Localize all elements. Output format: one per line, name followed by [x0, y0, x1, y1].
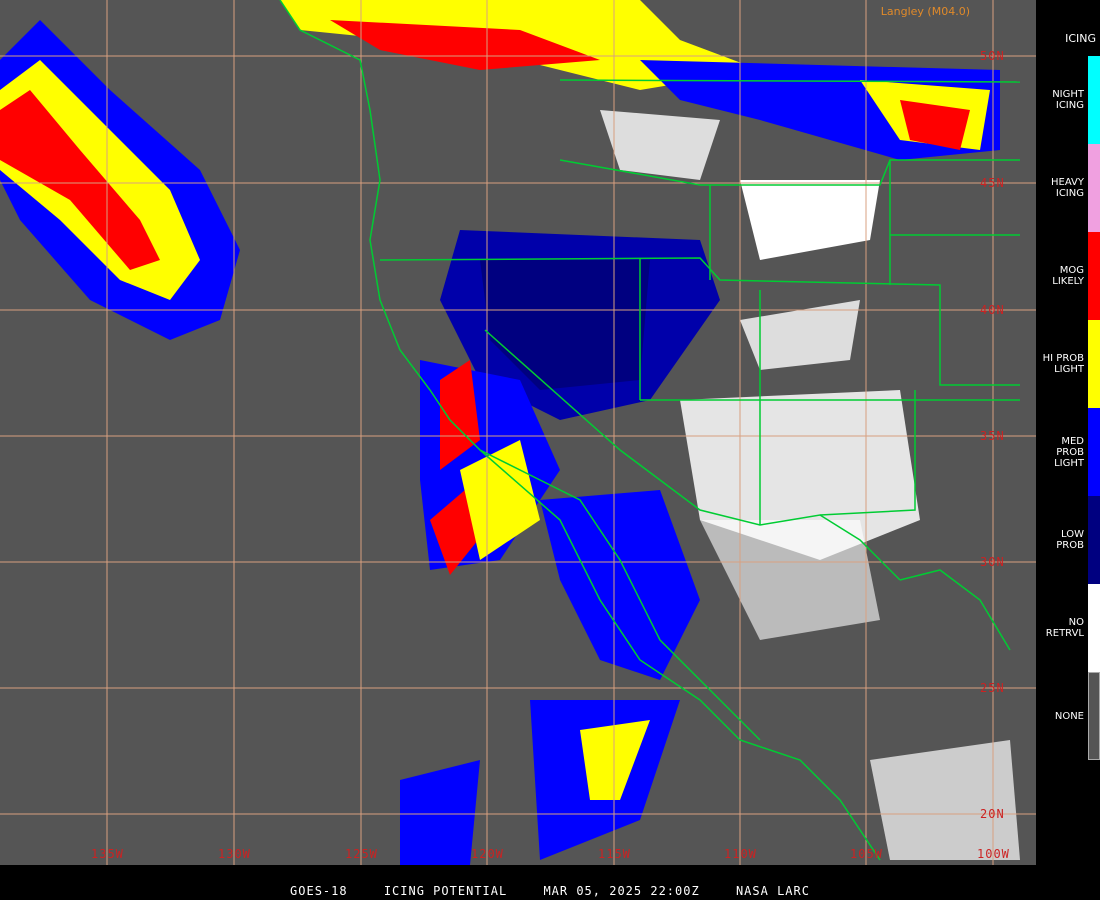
- legend-swatch: [1088, 408, 1100, 496]
- legend-title: ICING: [1065, 32, 1096, 45]
- legend-label: NONE: [1054, 710, 1084, 722]
- legend-swatch: [1088, 584, 1100, 672]
- lon-label-100w: 100W: [977, 847, 1010, 861]
- legend-label: NO RETRVL: [1045, 617, 1084, 639]
- footer-agency: NASA LARC: [735, 884, 810, 898]
- lon-label-105w: 105W: [850, 847, 883, 861]
- lat-label-25n: 25N: [980, 681, 1005, 695]
- legend-swatch: [1088, 56, 1100, 144]
- footer-satellite: GOES-18: [290, 884, 348, 898]
- lon-label-120w: 120W: [471, 847, 504, 861]
- legend-item-none: NONE: [1036, 672, 1100, 760]
- legend-item-night-icing: NIGHT ICING: [1036, 56, 1100, 144]
- lon-label-130w: 130W: [218, 847, 251, 861]
- legend-item-med-prob-light: MED PROB LIGHT: [1036, 408, 1100, 496]
- lat-label-20n: 20N: [980, 807, 1005, 821]
- lon-label-115w: 115W: [598, 847, 631, 861]
- lat-label-30n: 30N: [980, 555, 1005, 569]
- credit-label: Langley (M04.0): [880, 5, 970, 18]
- legend-label: MED PROB LIGHT: [1054, 435, 1084, 469]
- lat-label-45n: 45N: [980, 176, 1005, 190]
- legend-item-heavy-icing: HEAVY ICING: [1036, 144, 1100, 232]
- legend-item-low-prob: LOW PROB: [1036, 496, 1100, 584]
- map-canvas: [0, 0, 1036, 865]
- lat-label-40n: 40N: [980, 303, 1005, 317]
- legend-swatch: [1088, 320, 1100, 408]
- legend-label: HI PROB LIGHT: [1042, 353, 1084, 375]
- legend-label: HEAVY ICING: [1051, 177, 1084, 199]
- footer-product: ICING POTENTIAL: [383, 884, 508, 898]
- legend-swatch: [1088, 672, 1100, 760]
- legend-label: MOG LIKELY: [1052, 265, 1084, 287]
- lon-label-135w: 135W: [91, 847, 124, 861]
- icing-overlay: [0, 0, 1020, 865]
- legend-swatch: [1088, 144, 1100, 232]
- legend-item-hi-prob-light: HI PROB LIGHT: [1036, 320, 1100, 408]
- legend-item-no-retrvl: NO RETRVL: [1036, 584, 1100, 672]
- lat-label-35n: 35N: [980, 429, 1005, 443]
- legend-label: LOW PROB: [1056, 529, 1084, 551]
- lon-label-110w: 110W: [724, 847, 757, 861]
- icing-map: Langley (M04.0) 50N 45N 40N 35N 30N 25N …: [0, 0, 1036, 865]
- legend-item-mog-likely: MOG LIKELY: [1036, 232, 1100, 320]
- legend-label: NIGHT ICING: [1052, 89, 1084, 111]
- footer-datetime: MAR 05, 2025 22:00Z: [543, 884, 700, 898]
- lon-label-125w: 125W: [345, 847, 378, 861]
- legend-swatch: [1088, 232, 1100, 320]
- lat-label-50n: 50N: [980, 49, 1005, 63]
- legend-swatch: [1088, 496, 1100, 584]
- color-legend: ICING NIGHT ICING HEAVY ICING MOG LIKELY…: [1036, 0, 1100, 900]
- footer-caption: GOES-18 ICING POTENTIAL MAR 05, 2025 22:…: [0, 884, 1100, 898]
